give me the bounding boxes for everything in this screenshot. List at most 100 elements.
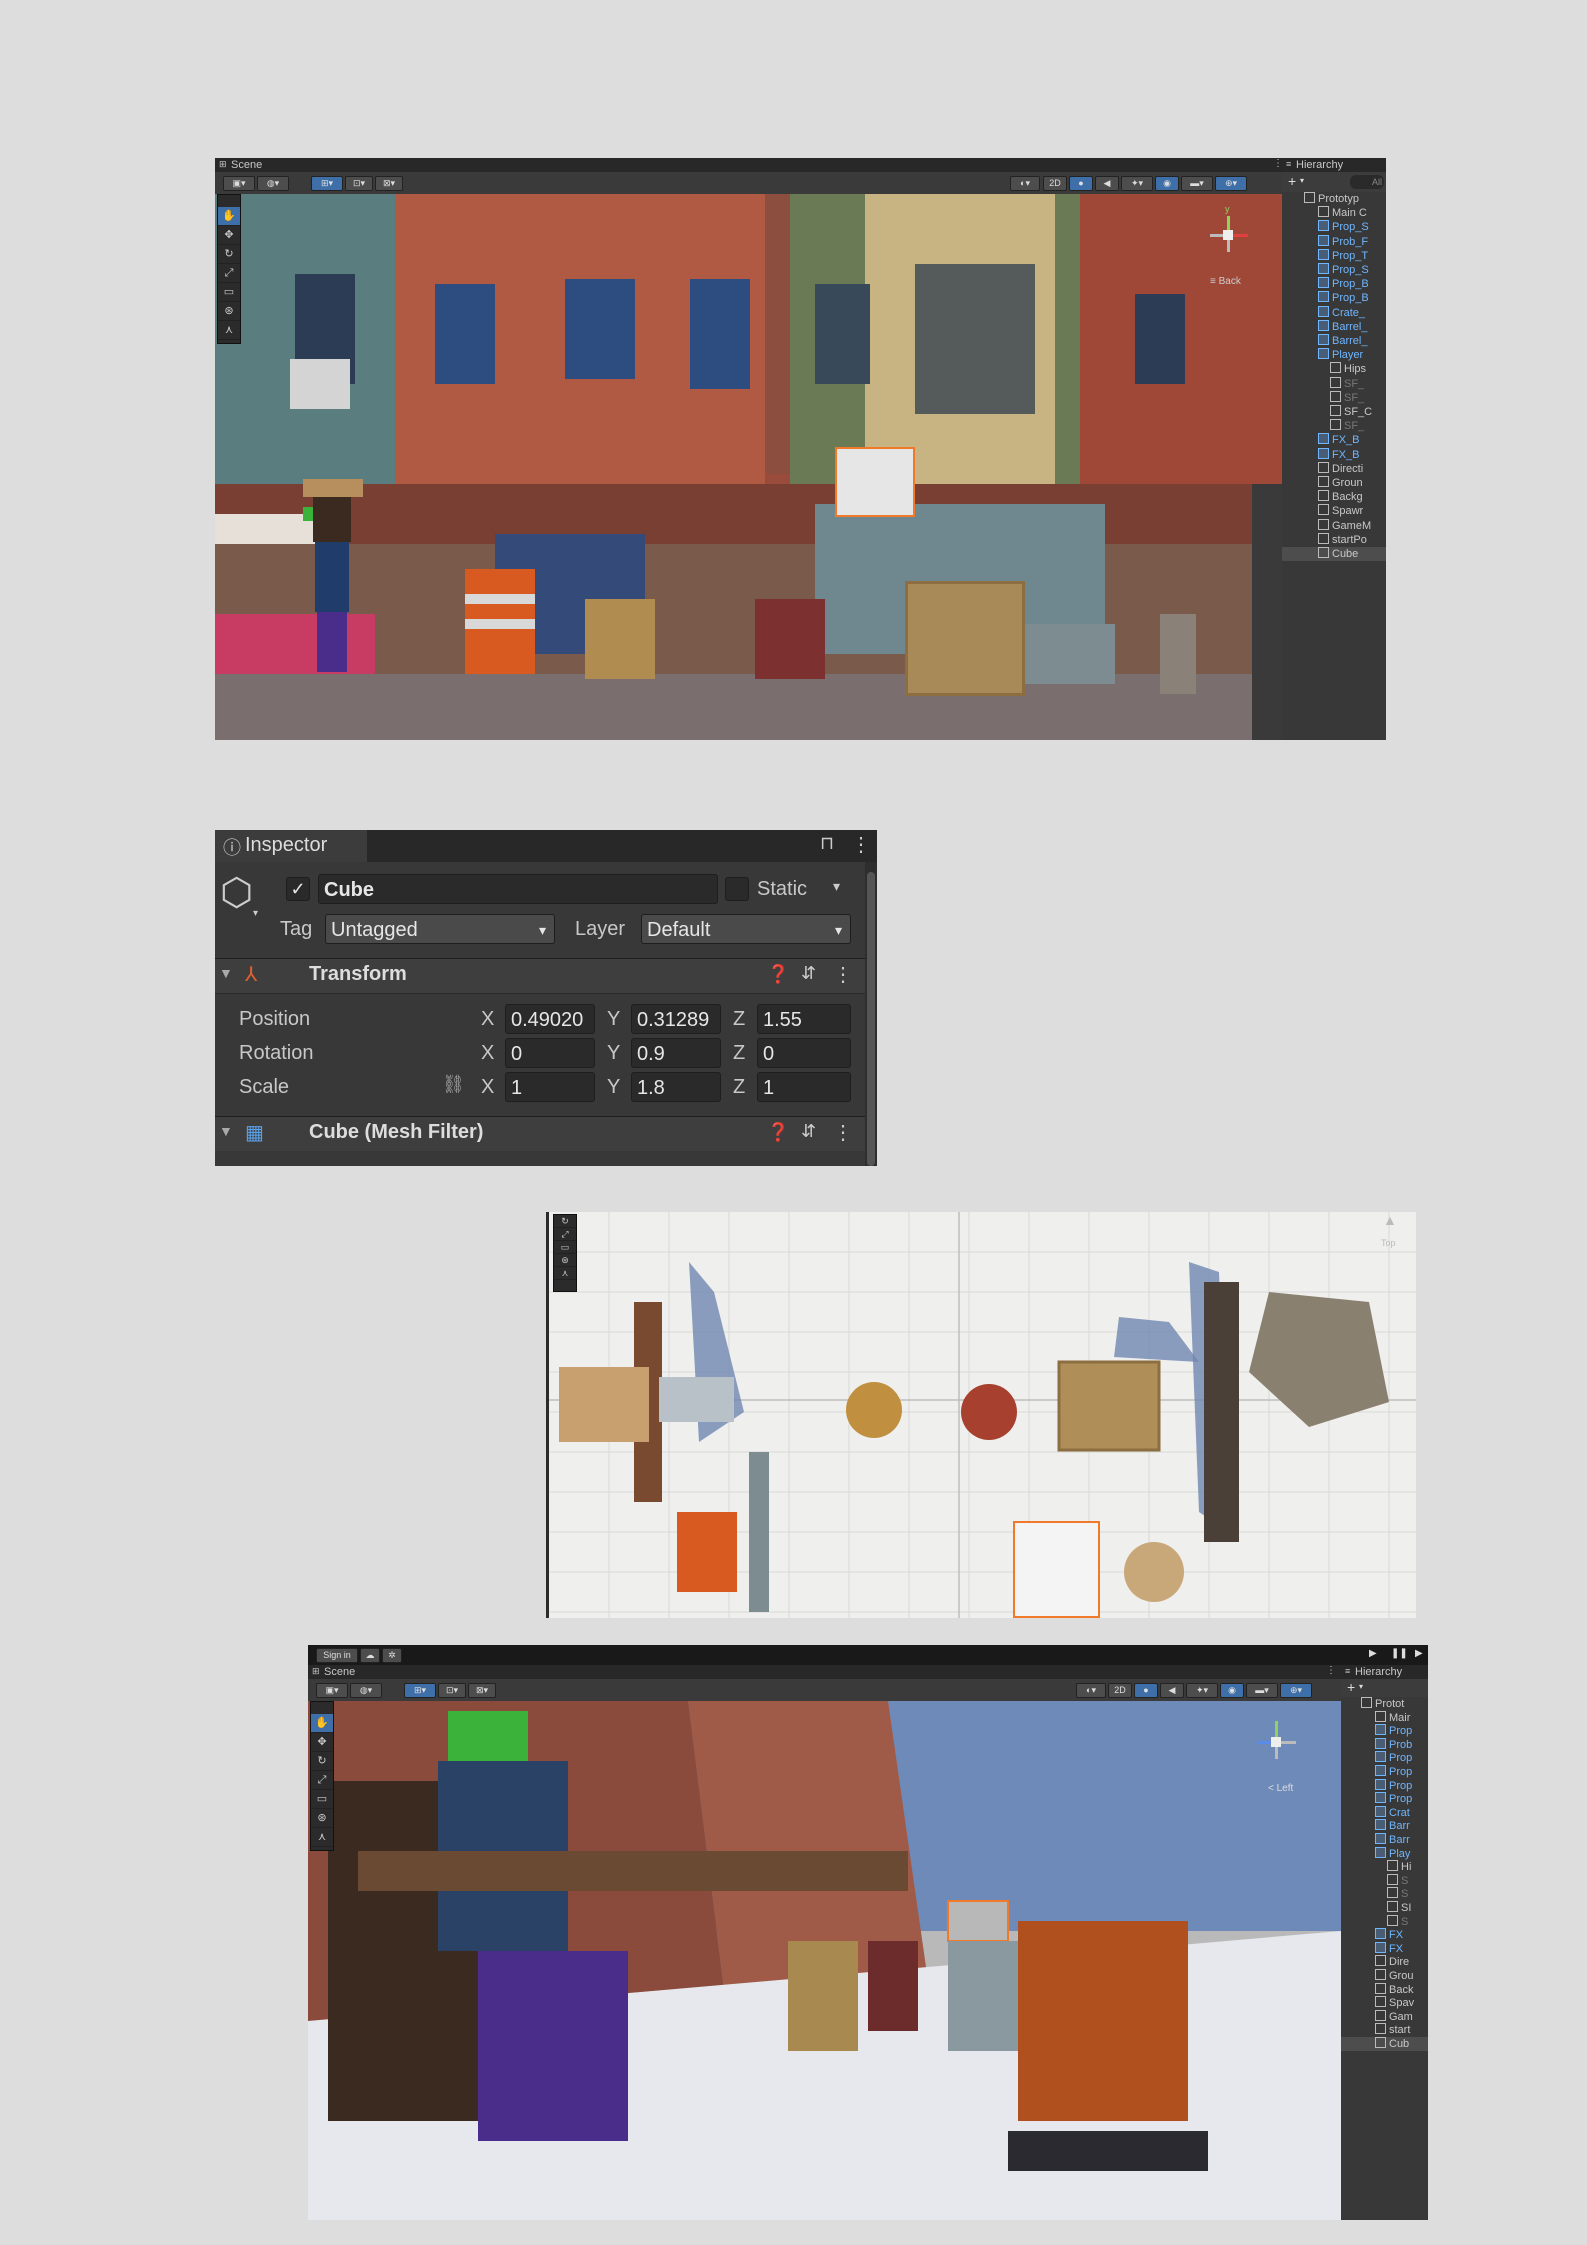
static-checkbox[interactable]	[725, 877, 749, 901]
hierarchy-item[interactable]: Prototyp	[1282, 192, 1386, 206]
hierarchy-item[interactable]: Prop	[1341, 1751, 1428, 1765]
transform-tool-icon[interactable]: ⊛	[218, 302, 240, 321]
hierarchy-item[interactable]: FX	[1341, 1941, 1428, 1956]
hierarchy-item[interactable]: Play	[1341, 1846, 1428, 1861]
scale-tool-icon[interactable]: ⤢	[311, 1771, 333, 1790]
icon-dropdown-arrow[interactable]: ▾	[253, 908, 258, 919]
hierarchy-item[interactable]: Prop	[1341, 1778, 1428, 1793]
transform-tool-icon[interactable]: ⊛	[311, 1809, 333, 1828]
rotation-y-field[interactable]: 0.9	[631, 1038, 721, 1068]
lock-icon[interactable]: ⊓	[820, 833, 834, 854]
hierarchy-item[interactable]: S	[1341, 1873, 1428, 1888]
add-dropdown-icon[interactable]: ▾	[1300, 176, 1304, 185]
hierarchy-item[interactable]: Prop	[1341, 1765, 1428, 1779]
cloud-icon[interactable]: ☁	[360, 1648, 380, 1663]
scale-z-field[interactable]: 1	[757, 1072, 851, 1102]
hierarchy-item[interactable]: Dire	[1341, 1955, 1428, 1969]
scene-tab-label[interactable]: Scene	[231, 159, 262, 171]
rotation-x-field[interactable]: 0	[505, 1038, 595, 1068]
snap-settings-button[interactable]: ⊠▾	[375, 176, 403, 191]
scene-tab-label[interactable]: Scene	[324, 1666, 355, 1678]
position-z-label[interactable]: Z	[733, 1004, 745, 1034]
hierarchy-item[interactable]: Prop_S	[1282, 220, 1386, 234]
lighting-toggle-button[interactable]: ●	[1134, 1683, 1158, 1698]
tag-dropdown[interactable]: Untagged ▾	[325, 914, 555, 944]
effects-button[interactable]: ✦▾	[1121, 176, 1153, 191]
hierarchy-item[interactable]: Spav	[1341, 1996, 1428, 2010]
position-y-field[interactable]: 0.31289	[631, 1004, 721, 1034]
presets-icon[interactable]: ⇵	[801, 963, 816, 984]
rect-tool-icon[interactable]: ▭	[311, 1790, 333, 1809]
hierarchy-item[interactable]: Prop_B	[1282, 291, 1386, 305]
add-button[interactable]: +	[1347, 1679, 1355, 1695]
custom-tool-icon[interactable]: ⋏	[554, 1267, 576, 1280]
component-menu-icon[interactable]: ⋮	[833, 962, 853, 987]
help-icon[interactable]: ❓	[767, 964, 789, 985]
hierarchy-tab-label[interactable]: Hierarchy	[1296, 159, 1343, 171]
hierarchy-item[interactable]: Main C	[1282, 206, 1386, 220]
render-mode-button[interactable]: ◍▾	[257, 176, 289, 191]
scale-x-label[interactable]: X	[481, 1072, 494, 1102]
shading-button[interactable]: ◐▾	[1010, 176, 1040, 191]
hierarchy-item[interactable]: Prob_F	[1282, 234, 1386, 249]
render-mode-button[interactable]: ◍▾	[350, 1683, 382, 1698]
scale-tool-icon[interactable]: ⤢	[554, 1228, 576, 1241]
hidden-objects-button[interactable]: ◉	[1220, 1683, 1244, 1698]
snap-settings-button[interactable]: ⊠▾	[468, 1683, 496, 1698]
foldout-arrow-icon[interactable]: ▼	[219, 1123, 233, 1139]
hierarchy-item[interactable]: GameM	[1282, 518, 1386, 533]
hierarchy-item[interactable]: S	[1341, 1914, 1428, 1929]
hierarchy-item[interactable]: Barr	[1341, 1833, 1428, 1847]
position-y-label[interactable]: Y	[607, 1004, 620, 1034]
foldout-arrow-icon[interactable]: ▼	[219, 965, 233, 981]
presets-icon[interactable]: ⇵	[801, 1121, 816, 1142]
transform-tool-icon[interactable]: ⊛	[554, 1254, 576, 1267]
rect-tool-icon[interactable]: ▭	[554, 1241, 576, 1254]
gizmo-view-label[interactable]: Top	[1381, 1238, 1396, 1248]
scene-viewport-topdown[interactable]: ↻ ⤢ ▭ ⊛ ⋏ Top ▲	[546, 1212, 1416, 1618]
active-checkbox[interactable]: ✓	[286, 877, 310, 901]
move-tool-icon[interactable]: ✥	[311, 1733, 333, 1752]
snap-increment-button[interactable]: ⊡▾	[345, 176, 373, 191]
snap-increment-button[interactable]: ⊡▾	[438, 1683, 466, 1698]
hierarchy-item[interactable]: Prob	[1341, 1737, 1428, 1752]
hierarchy-item[interactable]: Grou	[1341, 1969, 1428, 1983]
hierarchy-item[interactable]: SF_	[1282, 376, 1386, 391]
rotate-tool-icon[interactable]: ↻	[554, 1215, 576, 1228]
player-character[interactable]	[303, 479, 363, 694]
hierarchy-item[interactable]: Prop_S	[1282, 263, 1386, 277]
lighting-toggle-button[interactable]: ●	[1069, 176, 1093, 191]
static-dropdown-icon[interactable]: ▾	[833, 878, 840, 895]
play-icon[interactable]: ▶	[1369, 1648, 1377, 1659]
scene-viewport-top[interactable]: ✋ ✥ ↻ ⤢ ▭ ⊛ ⋏ y ≡ Back	[215, 194, 1287, 740]
selected-cube[interactable]	[835, 447, 915, 517]
hierarchy-item[interactable]: Crat	[1341, 1805, 1428, 1820]
hierarchy-item[interactable]: startPo	[1282, 532, 1386, 547]
scene-viewport-bottom[interactable]: ✋ ✥ ↻ ⤢ ▭ ⊛ ⋏ < Left	[308, 1701, 1341, 2220]
hierarchy-item[interactable]: Crate_	[1282, 305, 1386, 320]
hierarchy-item[interactable]: SF_	[1282, 390, 1386, 405]
camera-button[interactable]: ▬▾	[1246, 1683, 1278, 1698]
rect-tool-icon[interactable]: ▭	[218, 283, 240, 302]
wood-barrel[interactable]	[585, 599, 655, 679]
collab-icon[interactable]: ✲	[382, 1648, 402, 1663]
hierarchy-item[interactable]: SF_C	[1282, 405, 1386, 419]
move-tool-icon[interactable]: ✥	[218, 226, 240, 245]
step-icon[interactable]: ▶	[1415, 1648, 1423, 1659]
object-name-field[interactable]: Cube	[318, 874, 718, 904]
rock-pile[interactable]	[1160, 614, 1196, 694]
rotation-y-label[interactable]: Y	[607, 1038, 620, 1068]
red-barrel[interactable]	[755, 599, 825, 679]
transform-header[interactable]: ▼ ⅄ Transform ❓ ⇵ ⋮	[215, 958, 865, 994]
position-x-label[interactable]: X	[481, 1004, 494, 1034]
hierarchy-item[interactable]: Groun	[1282, 476, 1386, 490]
rotation-z-field[interactable]: 0	[757, 1038, 851, 1068]
hierarchy-item[interactable]: Barrel_	[1282, 334, 1386, 348]
draw-mode-button[interactable]: ▣▾	[223, 176, 255, 191]
position-x-field[interactable]: 0.49020	[505, 1004, 595, 1034]
grid-snap-button[interactable]: ⊞▾	[404, 1683, 436, 1698]
inspector-scrollbar[interactable]	[865, 862, 877, 1166]
rotate-tool-icon[interactable]: ↻	[311, 1752, 333, 1771]
shading-button[interactable]: ◐▾	[1076, 1683, 1106, 1698]
hierarchy-item[interactable]: Gam	[1341, 2009, 1428, 2024]
